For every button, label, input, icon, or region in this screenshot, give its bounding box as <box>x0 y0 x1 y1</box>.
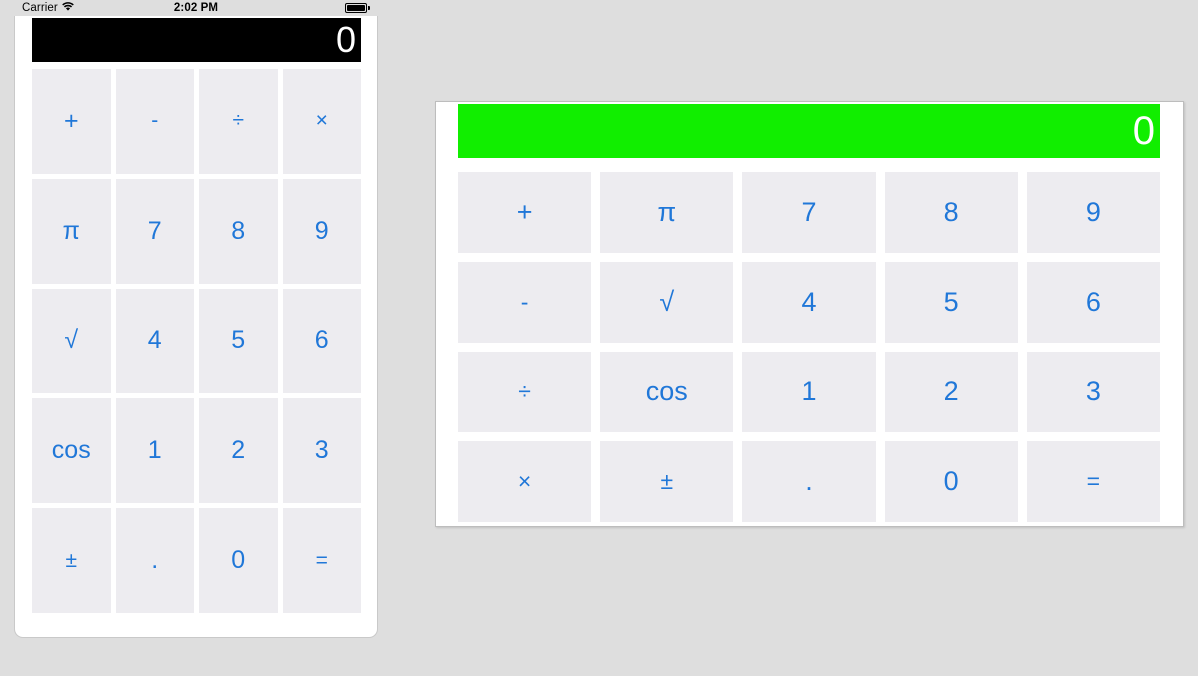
key-minus[interactable]: - <box>458 261 592 343</box>
landscape-calculator-display: 0 <box>458 104 1160 158</box>
key-decimal[interactable]: . <box>742 441 876 522</box>
key-7[interactable]: 7 <box>742 172 876 253</box>
key-divide[interactable]: ÷ <box>199 69 278 174</box>
phone-calculator-keypad: + - ÷ × π 7 8 9 √ 4 5 6 cos 1 2 3 ±. 0 = <box>32 69 361 613</box>
key-minus[interactable]: - <box>115 69 194 174</box>
key-9[interactable]: 9 <box>282 178 361 284</box>
key-8[interactable]: 8 <box>884 172 1018 253</box>
key-4[interactable]: 4 <box>742 261 876 343</box>
key-plus[interactable]: + <box>458 172 592 253</box>
status-time: 2:02 PM <box>173 2 219 14</box>
status-bar: Carrier 2:02 PM <box>14 0 378 16</box>
key-pi[interactable]: π <box>600 172 734 253</box>
battery-full-icon <box>345 3 370 13</box>
key-2[interactable]: 2 <box>884 351 1018 433</box>
key-plusminus[interactable]: ± <box>32 508 111 613</box>
key-5[interactable]: 5 <box>884 261 1018 343</box>
key-8[interactable]: 8 <box>199 178 278 284</box>
key-plusminus[interactable]: ± <box>600 441 734 522</box>
key-sqrt[interactable]: √ <box>32 288 111 394</box>
key-4[interactable]: 4 <box>115 288 194 394</box>
key-3[interactable]: 3 <box>282 398 361 504</box>
landscape-calculator-keypad: + π 7 8 9 - √ 4 5 6 ÷ cos 1 2 3 × ±. 0 = <box>458 172 1160 522</box>
key-divide[interactable]: ÷ <box>458 351 592 433</box>
key-1[interactable]: 1 <box>115 398 194 504</box>
key-multiply[interactable]: × <box>282 69 361 174</box>
key-plus[interactable]: + <box>32 69 111 174</box>
key-cos[interactable]: cos <box>32 398 111 504</box>
landscape-calculator-window: 0 + π 7 8 9- √ 4 5 6 ÷ cos 1 2 3 × ±. 0 = <box>435 101 1184 527</box>
key-2[interactable]: 2 <box>199 398 278 504</box>
key-5[interactable]: 5 <box>199 288 278 394</box>
key-3[interactable]: 3 <box>1026 351 1160 433</box>
key-decimal[interactable]: . <box>115 508 194 613</box>
phone-display-value: 0 <box>335 19 356 60</box>
key-sqrt[interactable]: √ <box>600 261 734 343</box>
key-equals[interactable]: = <box>1026 441 1160 522</box>
landscape-display-value: 0 <box>1132 109 1155 153</box>
key-equals[interactable]: = <box>282 508 361 613</box>
key-0[interactable]: 0 <box>884 441 1018 522</box>
key-multiply[interactable]: × <box>458 441 592 522</box>
key-0[interactable]: 0 <box>199 508 278 613</box>
key-6[interactable]: 6 <box>1026 261 1160 343</box>
phone-calculator-display: 0 <box>32 18 361 62</box>
key-pi[interactable]: π <box>32 178 111 284</box>
key-9[interactable]: 9 <box>1026 172 1160 253</box>
key-7[interactable]: 7 <box>115 178 194 284</box>
key-cos[interactable]: cos <box>600 351 734 433</box>
key-1[interactable]: 1 <box>742 351 876 433</box>
phone-simulator-window: 0 + - ÷ × π 7 8 9 √ 4 5 6 cos 1 2 3 ±. 0 = <box>14 0 378 638</box>
key-6[interactable]: 6 <box>282 288 361 394</box>
